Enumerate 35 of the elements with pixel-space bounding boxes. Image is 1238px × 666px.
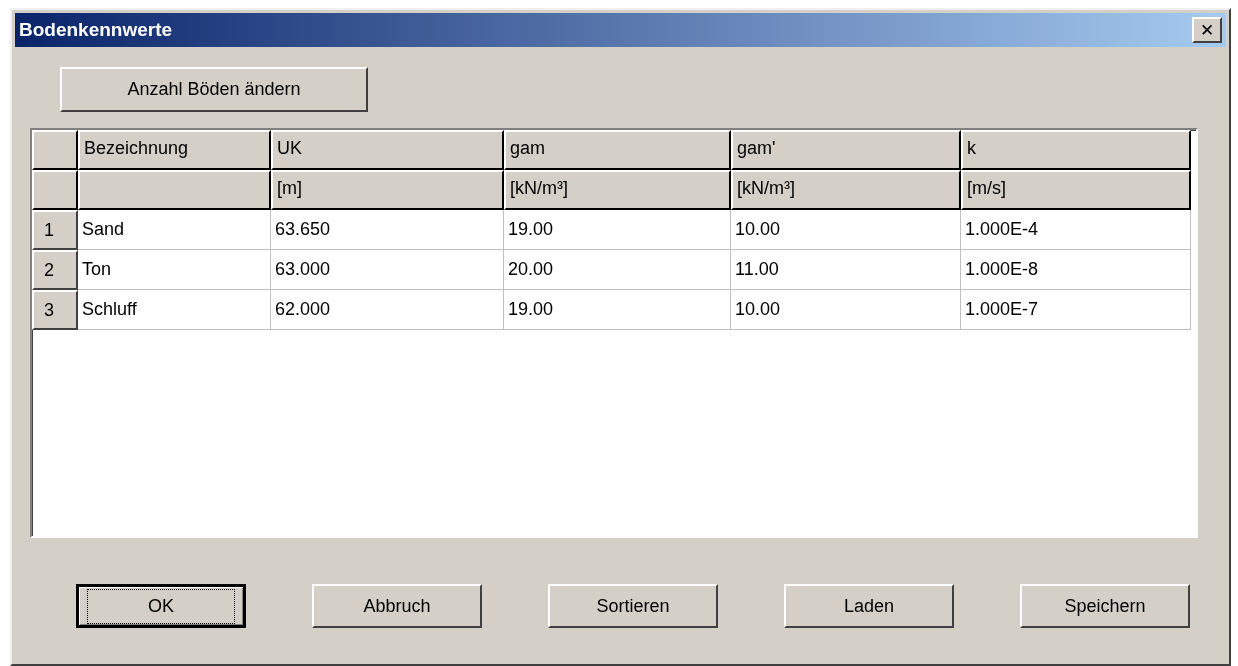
dialog-button[interactable]: Speichern [1020, 584, 1190, 628]
table-cell: 19.00 [504, 290, 731, 330]
column-header: UK [271, 130, 504, 170]
table-cell: Ton [78, 250, 271, 290]
column-header: gam [504, 130, 731, 170]
table-cell: 11.00 [731, 250, 961, 290]
table-cell: 63.650 [271, 210, 504, 250]
table-cell: Sand [78, 210, 271, 250]
table-cell: 10.00 [731, 290, 961, 330]
row-header[interactable]: 1 [32, 210, 78, 250]
table-cell: 1.000E-7 [961, 290, 1191, 330]
dialog-button[interactable]: OK [76, 584, 246, 628]
row-header[interactable]: 2 [32, 250, 78, 290]
dialog-button[interactable]: Laden [784, 584, 954, 628]
close-button[interactable]: ✕ [1192, 17, 1222, 43]
table-cell: Schluff [78, 290, 271, 330]
unit-header: [kN/m³] [731, 170, 961, 210]
table-cell: 20.00 [504, 250, 731, 290]
unit-header: [m] [271, 170, 504, 210]
table-cell: 10.00 [731, 210, 961, 250]
row-header[interactable]: 3 [32, 290, 78, 330]
unit-header: [m/s] [961, 170, 1191, 210]
change-count-button[interactable]: Anzahl Böden ändern [60, 67, 368, 112]
table-cell: 63.000 [271, 250, 504, 290]
table-cell: 1.000E-8 [961, 250, 1191, 290]
column-header: k [961, 130, 1191, 170]
column-header: gam' [731, 130, 961, 170]
dialog-button[interactable]: Sortieren [548, 584, 718, 628]
table-cell: 19.00 [504, 210, 731, 250]
dialog-button[interactable]: Abbruch [312, 584, 482, 628]
window-title: Bodenkennwerte [19, 19, 173, 41]
table-cell: 1.000E-4 [961, 210, 1191, 250]
table-cell: 62.000 [271, 290, 504, 330]
column-header: Bezeichnung [78, 130, 271, 170]
unit-header: [kN/m³] [504, 170, 731, 210]
